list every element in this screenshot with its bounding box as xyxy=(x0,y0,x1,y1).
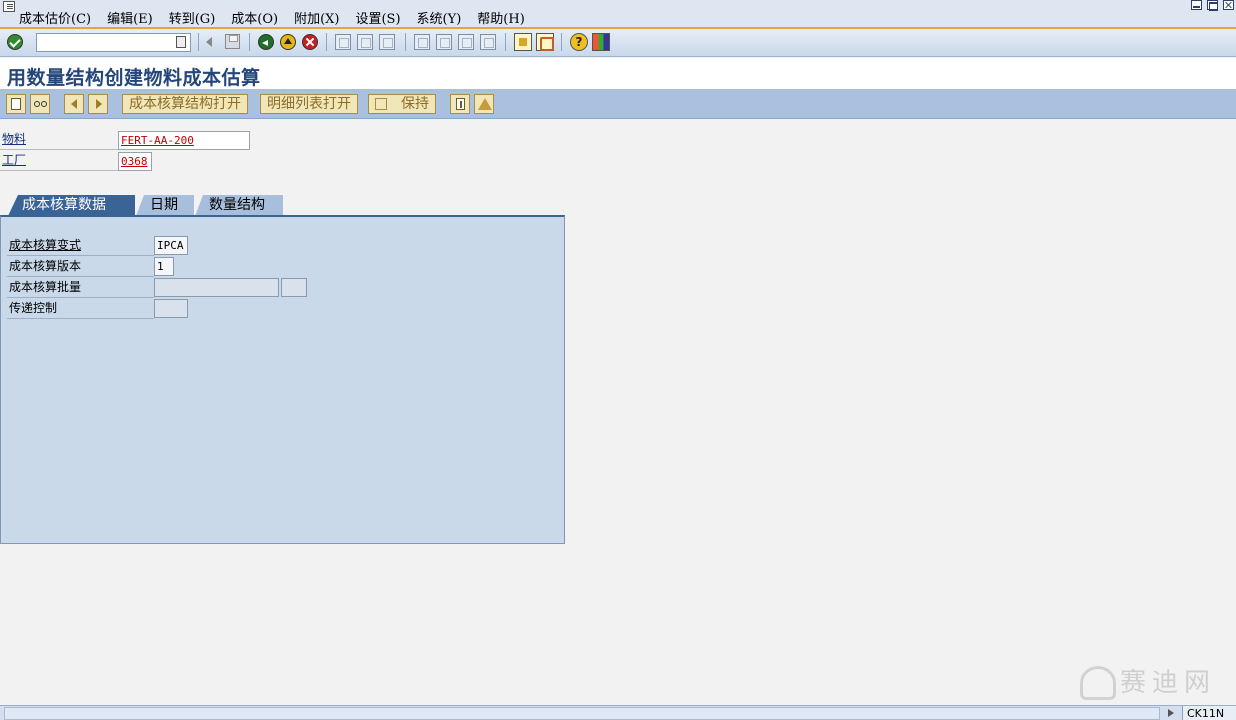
info-button[interactable] xyxy=(450,94,470,114)
costing-lot-size-label: 成本核算批量 xyxy=(9,280,82,294)
menu-help[interactable]: 帮助(H) xyxy=(477,8,524,27)
transaction-code: CK11N xyxy=(1182,706,1236,720)
costing-version-input[interactable]: 1 xyxy=(154,257,174,276)
document-icon xyxy=(11,98,21,110)
watermark-mark-icon xyxy=(1080,666,1116,700)
costing-lot-size-input[interactable] xyxy=(154,278,279,297)
messages-button[interactable] xyxy=(474,94,494,114)
menu-costing[interactable]: 成本估价(C) xyxy=(19,8,91,27)
create-shortcut-icon[interactable] xyxy=(536,33,554,51)
menu-goto[interactable]: 转到(G) xyxy=(169,8,216,27)
field-divider xyxy=(7,318,154,319)
display-change-button[interactable] xyxy=(30,94,50,114)
watermark-logo: 赛迪网 xyxy=(1080,662,1230,704)
toolbar-separator xyxy=(326,33,327,51)
status-expand-icon[interactable] xyxy=(1168,709,1174,717)
warning-icon xyxy=(478,98,492,110)
watermark-text: 赛迪网 xyxy=(1120,668,1217,698)
create-document-button[interactable] xyxy=(6,94,26,114)
next-button[interactable] xyxy=(88,94,108,114)
help-icon[interactable]: ? xyxy=(570,33,588,51)
field-divider xyxy=(7,297,154,298)
detail-list-open-button[interactable]: 明细列表打开 xyxy=(260,94,358,114)
costing-structure-open-button[interactable]: 成本核算结构打开 xyxy=(122,94,248,114)
exit-icon[interactable] xyxy=(279,33,297,51)
tab-dates[interactable]: 日期 xyxy=(136,195,194,216)
keep-icon xyxy=(375,98,387,110)
maximize-icon[interactable] xyxy=(1207,0,1218,11)
toolbar-separator xyxy=(505,33,506,51)
previous-page-icon xyxy=(436,34,452,50)
costing-variant-label[interactable]: 成本核算变式 xyxy=(9,236,81,254)
glasses-icon xyxy=(34,101,40,107)
title-bar: 用数量结构创建物料成本估算 xyxy=(0,58,1236,90)
field-divider xyxy=(7,276,154,277)
transfer-control-label: 传递控制 xyxy=(9,301,58,315)
arrow-left-icon xyxy=(71,99,77,109)
field-divider xyxy=(7,255,154,256)
costing-version-label: 成本核算版本 xyxy=(9,259,82,273)
sap-window-icon[interactable] xyxy=(3,1,15,12)
back-icon[interactable] xyxy=(257,33,275,51)
page-title: 用数量结构创建物料成本估算 xyxy=(7,67,261,89)
plant-input[interactable]: 0368 xyxy=(118,152,152,171)
menu-items: 成本估价(C) 编辑(E) 转到(G) 成本(O) 附加(X) 设置(S) 系统… xyxy=(19,8,541,27)
tab-costing-data[interactable]: 成本核算数据 xyxy=(8,195,135,216)
next-page-icon xyxy=(458,34,474,50)
create-session-icon[interactable] xyxy=(514,33,532,51)
previous-button[interactable] xyxy=(64,94,84,114)
transfer-control-input[interactable] xyxy=(154,299,188,318)
toolbar-separator xyxy=(249,33,250,51)
glasses-icon xyxy=(41,101,47,107)
costing-data-panel: 成本核算变式 IPCA 成本核算版本 1 成本核算批量 传递控制 xyxy=(0,215,565,544)
command-history-icon[interactable] xyxy=(176,36,186,48)
menu-system[interactable]: 系统(Y) xyxy=(417,8,462,27)
close-icon[interactable] xyxy=(1223,0,1234,10)
keep-label: 保持 xyxy=(401,96,429,112)
enter-icon[interactable] xyxy=(6,33,24,51)
menu-settings[interactable]: 设置(S) xyxy=(355,8,400,27)
plant-label[interactable]: 工厂 xyxy=(2,151,26,169)
window-controls xyxy=(1186,0,1234,11)
arrow-right-icon xyxy=(96,99,102,109)
status-bar: CK11N xyxy=(0,705,1236,720)
minimize-icon[interactable] xyxy=(1191,0,1202,10)
tab-qty-structure[interactable]: 数量结构 xyxy=(195,195,283,216)
detail-list-open-label: 明细列表打开 xyxy=(267,96,351,112)
save-icon[interactable] xyxy=(225,34,240,49)
costing-lot-unit-input[interactable] xyxy=(281,278,307,297)
costing-variant-input[interactable]: IPCA xyxy=(154,236,188,255)
toolbar-separator xyxy=(198,33,199,51)
menu-cost[interactable]: 成本(O) xyxy=(231,8,278,27)
menu-extras[interactable]: 附加(X) xyxy=(294,8,339,27)
cancel-icon[interactable] xyxy=(301,33,319,51)
customize-layout-icon[interactable] xyxy=(592,33,610,51)
material-label[interactable]: 物料 xyxy=(2,130,26,148)
info-icon xyxy=(456,98,465,110)
keep-button[interactable]: 保持 xyxy=(368,94,436,114)
first-page-icon xyxy=(414,34,430,50)
status-message xyxy=(4,707,1160,720)
last-page-icon xyxy=(480,34,496,50)
command-field[interactable] xyxy=(36,33,191,52)
find-next-icon xyxy=(379,34,395,50)
toolbar-separator xyxy=(405,33,406,51)
toolbar-separator xyxy=(561,33,562,51)
field-divider xyxy=(0,170,118,171)
menu-edit[interactable]: 编辑(E) xyxy=(107,8,153,27)
material-input[interactable]: FERT-AA-200 xyxy=(118,131,250,150)
field-divider xyxy=(0,149,118,150)
expand-command-icon[interactable] xyxy=(206,37,212,47)
find-icon xyxy=(357,34,373,50)
print-icon xyxy=(335,34,351,50)
menu-bar: 成本估价(C) 编辑(E) 转到(G) 成本(O) 附加(X) 设置(S) 系统… xyxy=(0,0,1236,29)
